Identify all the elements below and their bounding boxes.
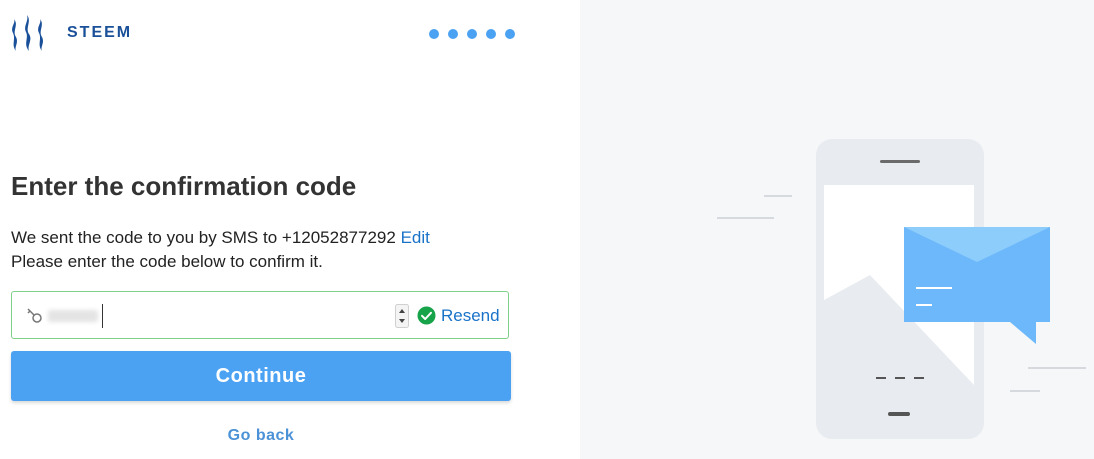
key-icon <box>27 308 42 323</box>
confirmation-code-input[interactable]: Resend <box>11 291 509 339</box>
form-panel: STEEM Enter the confirmation code We sen… <box>0 0 580 459</box>
instruction-text: Please enter the code below to confirm i… <box>11 252 323 271</box>
code-value-blurred <box>48 310 98 322</box>
edit-phone-link[interactable]: Edit <box>401 228 430 247</box>
resend-link[interactable]: Resend <box>441 306 500 326</box>
illustration-panel <box>580 0 1094 459</box>
continue-button[interactable]: Continue <box>11 351 511 401</box>
page-title: Enter the confirmation code <box>11 171 357 201</box>
progress-dot <box>486 29 496 39</box>
go-back-link[interactable]: Go back <box>11 427 511 445</box>
check-circle-icon <box>417 306 436 325</box>
sms-sent-line: We sent the code to you by SMS to +12052… <box>11 226 430 250</box>
progress-dot <box>448 29 458 39</box>
progress-steps <box>429 29 515 39</box>
text-caret <box>102 304 103 328</box>
progress-dot <box>505 29 515 39</box>
steem-logo[interactable]: STEEM <box>10 13 132 53</box>
number-spinner-icon[interactable] <box>395 304 409 328</box>
phone-sms-illustration <box>717 139 1086 439</box>
brand-name: STEEM <box>67 24 133 41</box>
sms-sent-text: We sent the code to you by SMS to <box>11 228 282 247</box>
phone-number: +12052877292 <box>281 228 396 247</box>
confirmation-description: We sent the code to you by SMS to +12052… <box>11 226 430 274</box>
steem-logo-icon <box>12 15 43 51</box>
progress-dot <box>429 29 439 39</box>
progress-dot <box>467 29 477 39</box>
